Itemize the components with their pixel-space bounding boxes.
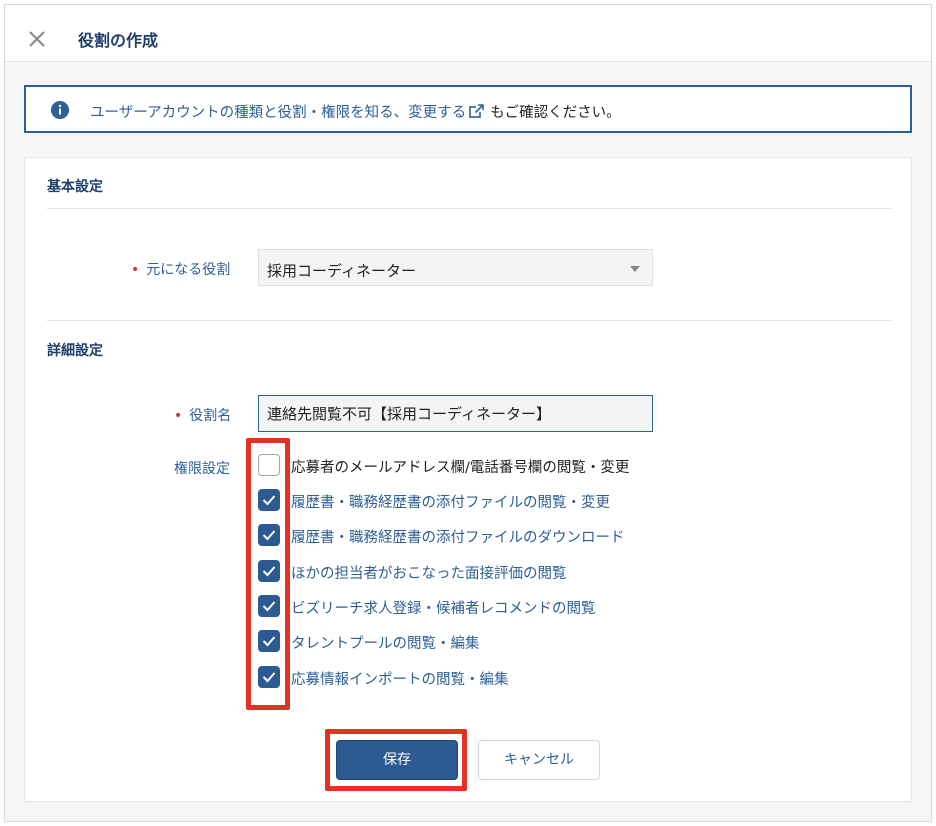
permissions-label: 権限設定	[174, 461, 230, 477]
save-button[interactable]: 保存	[336, 740, 458, 780]
role-name-label: • 役割名	[174, 408, 232, 424]
info-notice: ユーザーアカウントの種類と役割・権限を知る、変更する もご確認ください。	[24, 85, 912, 133]
permission-item[interactable]: 応募情報インポートの閲覧・編集	[258, 665, 678, 689]
check-icon	[262, 636, 276, 647]
permission-item[interactable]: 応募者のメールアドレス欄/電話番号欄の閲覧・変更	[258, 453, 678, 477]
permission-checkbox[interactable]	[258, 560, 280, 582]
permission-checkbox[interactable]	[258, 524, 280, 546]
section-title-basic: 基本設定	[47, 179, 103, 195]
check-icon	[262, 601, 276, 612]
section-title-detail: 詳細設定	[47, 343, 103, 359]
role-name-input[interactable]	[258, 395, 653, 432]
permission-label: 応募者のメールアドレス欄/電話番号欄の閲覧・変更	[291, 460, 630, 476]
permission-label: 応募情報インポートの閲覧・編集	[291, 672, 509, 688]
permission-item[interactable]: 履歴書・職務経歴書の添付ファイルの閲覧・変更	[258, 488, 678, 512]
notice-rest-text: もご確認ください。	[490, 105, 621, 121]
permission-checkbox[interactable]	[258, 630, 280, 652]
required-mark: •	[131, 262, 140, 278]
base-role-value: 採用コーディネーター	[267, 262, 416, 280]
form-card: 基本設定 •元になる役割 採用コーディネーター 詳細設定 •役割名 権限設定 応…	[24, 157, 912, 802]
permission-checkbox[interactable]	[258, 666, 280, 688]
check-icon	[262, 566, 276, 577]
permission-checkbox[interactable]	[258, 595, 280, 617]
divider-detail	[47, 320, 891, 321]
permission-label: 履歴書・職務経歴書の添付ファイルの閲覧・変更	[291, 495, 610, 511]
chevron-down-icon	[630, 266, 640, 272]
permission-checkbox[interactable]	[258, 454, 280, 476]
check-icon	[262, 495, 276, 506]
permission-checkbox[interactable]	[258, 489, 280, 511]
base-role-select[interactable]: 採用コーディネーター	[258, 249, 653, 286]
permission-item[interactable]: ビズリーチ求人登録・候補者レコメンドの閲覧	[258, 594, 678, 618]
divider-basic	[47, 208, 891, 209]
check-icon	[262, 530, 276, 541]
permission-item[interactable]: ほかの担当者がおこなった面接評価の閲覧	[258, 559, 678, 583]
close-icon[interactable]	[27, 29, 47, 49]
dialog-header: 役割の作成	[5, 5, 931, 62]
permission-label: ほかの担当者がおこなった面接評価の閲覧	[291, 566, 567, 582]
dialog-title: 役割の作成	[78, 31, 159, 50]
permission-label: ビズリーチ求人登録・候補者レコメンドの閲覧	[291, 601, 596, 617]
required-mark: •	[174, 408, 183, 424]
permission-label: タレントプールの閲覧・編集	[291, 636, 480, 652]
permission-label: 履歴書・職務経歴書の添付ファイルのダウンロード	[291, 530, 625, 546]
cancel-button[interactable]: キャンセル	[478, 740, 600, 780]
check-icon	[262, 672, 276, 683]
info-icon	[51, 101, 69, 119]
external-link-icon[interactable]	[469, 104, 485, 123]
notice-link[interactable]: ユーザーアカウントの種類と役割・権限を知る、変更する	[90, 105, 466, 121]
base-role-label: • 元になる役割	[131, 262, 231, 278]
permission-item[interactable]: タレントプールの閲覧・編集	[258, 629, 678, 653]
permission-item[interactable]: 履歴書・職務経歴書の添付ファイルのダウンロード	[258, 523, 678, 547]
notice-text: ユーザーアカウントの種類と役割・権限を知る、変更する もご確認ください。	[90, 101, 621, 123]
